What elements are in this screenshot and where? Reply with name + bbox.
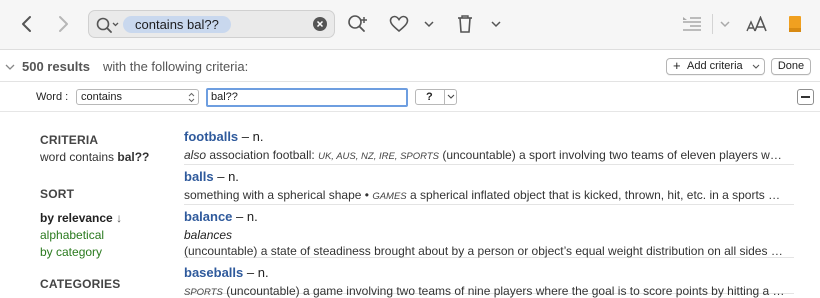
- rule-value-text: bal??: [211, 91, 238, 103]
- search-icon[interactable]: [96, 17, 120, 33]
- remove-criteria-button[interactable]: [797, 89, 814, 105]
- toolbar-divider: [712, 14, 713, 34]
- wildcard-label: ?: [426, 91, 433, 103]
- wildcard-menu[interactable]: ?: [415, 89, 457, 105]
- sort-heading: SORT: [40, 187, 75, 201]
- definition-text: (uncountable) a sport involving two team…: [438, 148, 782, 162]
- bookmark-button[interactable]: [785, 12, 805, 36]
- search-plus-icon: [348, 15, 367, 32]
- headword[interactable]: balls: [184, 169, 214, 184]
- clear-search-icon[interactable]: [313, 17, 327, 31]
- definition: also association football: UK, AUS, NZ, …: [184, 148, 794, 162]
- plus-icon: +: [673, 58, 681, 73]
- chevron-left-icon: [22, 16, 31, 32]
- menu-divider: [444, 90, 445, 104]
- definition: SPORTS (uncountable) a game involving tw…: [184, 284, 794, 298]
- criteria-description: with the following criteria:: [103, 59, 249, 74]
- definition-text: also: [184, 148, 207, 162]
- format-button[interactable]: [680, 13, 704, 35]
- result-row[interactable]: footballs – n. also association football:…: [184, 128, 794, 165]
- chevron-down-icon: [491, 21, 501, 28]
- part-of-speech: – n.: [243, 265, 269, 280]
- favorite-button[interactable]: [387, 13, 411, 35]
- back-button[interactable]: [14, 12, 40, 36]
- definition: something with a spherical shape • GAMES…: [184, 188, 794, 202]
- sort-alphabetical[interactable]: alphabetical: [40, 227, 122, 244]
- definition-text: association football:: [206, 148, 319, 162]
- inflection: balances: [184, 228, 233, 242]
- sort-arrow-icon: ↓: [116, 211, 123, 225]
- search-field[interactable]: contains bal??: [88, 10, 335, 38]
- toolbar: contains bal??: [0, 0, 820, 50]
- result-row[interactable]: balls – n. something with a spherical sha…: [184, 168, 794, 205]
- trash-icon: [458, 15, 472, 33]
- delete-menu-button[interactable]: [489, 15, 503, 33]
- criteria-rule: Word : contains bal?? ?: [0, 82, 820, 112]
- list-format-icon: [683, 17, 701, 31]
- part-of-speech: – n.: [213, 169, 239, 184]
- font-size-icon: [746, 16, 767, 32]
- chevron-right-icon: [59, 16, 68, 32]
- forward-button[interactable]: [50, 12, 76, 36]
- operator-select[interactable]: contains: [76, 89, 199, 105]
- categories-heading: CATEGORIES: [40, 277, 121, 291]
- search-token[interactable]: contains bal??: [123, 16, 231, 33]
- sort-by-relevance[interactable]: by relevance ↓: [40, 210, 122, 227]
- advanced-search-button[interactable]: [345, 13, 371, 35]
- criteria-heading: CRITERIA: [40, 133, 99, 147]
- usage-label: GAMES: [372, 191, 407, 202]
- criteria-section: CRITERIA word contains bal??: [40, 133, 149, 164]
- heart-icon: [389, 15, 409, 33]
- font-size-button[interactable]: [745, 12, 769, 36]
- collapse-criteria-icon[interactable]: [5, 63, 15, 71]
- headword[interactable]: baseballs: [184, 265, 243, 280]
- sort-by-category[interactable]: by category: [40, 244, 122, 261]
- bookmark-icon: [789, 16, 801, 32]
- format-menu-button[interactable]: [718, 15, 732, 33]
- minus-icon: [801, 96, 810, 98]
- rule-field-label: Word :: [36, 91, 69, 103]
- result-row[interactable]: balance – n. balances (uncountable) a stat…: [184, 208, 794, 258]
- sort-option-label: by relevance: [40, 211, 113, 225]
- criteria-value: bal??: [117, 150, 150, 164]
- chevron-down-icon: [447, 94, 455, 99]
- definition-text: (uncountable) a state of steadiness brou…: [184, 244, 783, 258]
- definition: (uncountable) a state of steadiness brou…: [184, 244, 794, 258]
- sort-section: SORT by relevance ↓ alphabetical by cate…: [40, 187, 122, 261]
- definition-text: (uncountable) a game involving two teams…: [222, 284, 785, 298]
- chevron-down-icon: [424, 21, 434, 28]
- criteria-bar: 500 results with the following criteria:…: [0, 51, 820, 82]
- part-of-speech: – n.: [238, 129, 264, 144]
- delete-button[interactable]: [453, 13, 477, 35]
- favorite-menu-button[interactable]: [422, 15, 436, 33]
- usage-label: SPORTS: [184, 287, 223, 298]
- part-of-speech: – n.: [232, 209, 258, 224]
- up-down-chevron-icon: [188, 92, 195, 103]
- operator-value: contains: [81, 91, 122, 103]
- categories-section: CATEGORIES: [40, 277, 120, 291]
- criteria-text: word contains: [40, 150, 115, 164]
- headword[interactable]: balance: [184, 209, 232, 224]
- add-criteria-button[interactable]: + Add criteria: [666, 58, 765, 75]
- headword[interactable]: footballs: [184, 129, 238, 144]
- rule-value-input[interactable]: bal??: [206, 88, 408, 107]
- definition-text: something with a spherical shape •: [184, 188, 373, 202]
- chevron-down-icon: [720, 21, 730, 28]
- add-criteria-label: Add criteria: [687, 60, 743, 72]
- usage-label: UK, AUS, NZ, IRE, SPORTS: [318, 151, 439, 162]
- done-button[interactable]: Done: [771, 58, 811, 75]
- chevron-down-icon: [752, 64, 760, 69]
- definition-text: a spherical inflated object that is kick…: [406, 188, 781, 202]
- results-count: 500 results: [22, 59, 90, 74]
